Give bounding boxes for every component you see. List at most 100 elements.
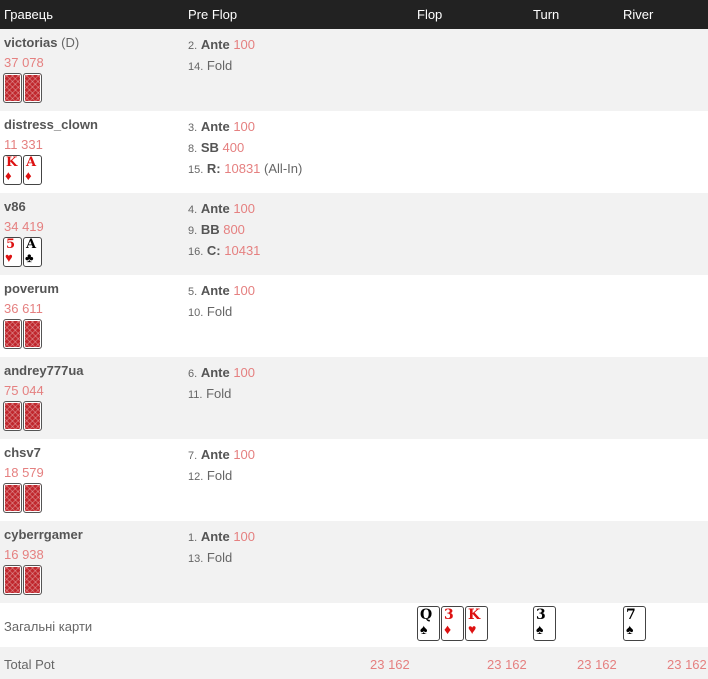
card-back xyxy=(23,565,42,595)
action-entry: 15. R: 10831 (All-In) xyxy=(188,159,302,180)
playing-card: 3 ♦ xyxy=(441,606,464,641)
player-name-text: cyberrgamer xyxy=(4,527,83,542)
playing-card: Q ♠ xyxy=(417,606,440,641)
pot-river: 23 162 xyxy=(667,657,707,672)
action-number: 9. xyxy=(188,225,198,237)
action-number: 2. xyxy=(188,40,198,52)
player-name: cyberrgamer xyxy=(4,527,83,542)
card-rank: 7 xyxy=(626,607,636,623)
action-entry: 4. Ante 100 xyxy=(188,199,260,220)
action-fold: Fold xyxy=(206,304,233,319)
player-name-text: poverum xyxy=(4,281,59,296)
card-suit-icon: ♣ xyxy=(25,250,34,265)
player-stack: 36 611 xyxy=(4,301,43,316)
action-number: 12. xyxy=(188,471,204,483)
action-amount: 100 xyxy=(233,119,256,134)
card-rank: 3 xyxy=(444,607,454,623)
action-amount: 100 xyxy=(233,283,256,298)
card-back xyxy=(23,401,42,431)
action-type: Ante xyxy=(200,447,230,462)
player-name-text: chsv7 xyxy=(4,445,41,460)
player-stack: 34 419 xyxy=(4,219,44,234)
action-entry: 5. Ante 100 xyxy=(188,281,255,302)
card-back xyxy=(3,73,22,103)
card-suit-icon: ♠ xyxy=(536,621,544,637)
community-cards-label: Загальні карти xyxy=(4,619,93,634)
card-rank: Q xyxy=(420,607,433,623)
action-type: C: xyxy=(206,243,221,258)
card-rank: 3 xyxy=(536,607,546,623)
player-row: distress_clown 11 331 K ♦ A ♦ 3. Ante 100 8. SB… xyxy=(0,111,708,193)
action-amount: 100 xyxy=(233,201,256,216)
card-back xyxy=(3,565,22,595)
player-name: poverum xyxy=(4,281,59,296)
total-pot-row: Total Pot 23 162 23 162 23 162 23 162 xyxy=(0,647,708,679)
action-type: R: xyxy=(206,161,221,176)
hand-history-table: Гравець Pre Flop Flop Turn River victori… xyxy=(0,0,708,679)
table-header: Гравець Pre Flop Flop Turn River xyxy=(0,0,708,29)
hole-cards: 5 ♥ A ♣ xyxy=(3,237,42,267)
playing-card: A ♣ xyxy=(23,237,42,267)
card-suit-icon: ♥ xyxy=(5,250,13,265)
community-cards-row: Загальні карти Q ♠ 3 ♦ K ♥ 3 ♠ 7 ♠ xyxy=(0,603,708,647)
action-amount: 100 xyxy=(233,447,256,462)
playing-card: A ♦ xyxy=(23,155,42,185)
action-amount: 100 xyxy=(233,529,256,544)
card-back xyxy=(3,483,22,513)
action-number: 3. xyxy=(188,122,198,134)
player-name-text: v86 xyxy=(4,199,26,214)
card-back xyxy=(3,401,22,431)
action-type: Ante xyxy=(200,119,230,134)
flop-cards: Q ♠ 3 ♦ K ♥ xyxy=(417,606,488,641)
action-amount: 10431 xyxy=(224,243,261,258)
card-suit-icon: ♦ xyxy=(25,168,32,183)
card-rank: K xyxy=(468,607,481,623)
card-suit-icon: ♠ xyxy=(626,621,634,637)
hole-cards xyxy=(3,401,42,431)
player-name-text: andrey777ua xyxy=(4,363,84,378)
player-name: v86 xyxy=(4,199,26,214)
action-fold: Fold xyxy=(206,550,233,565)
preflop-actions: 6. Ante 100 11. Fold xyxy=(188,363,255,405)
dealer-marker: (D) xyxy=(61,35,80,50)
action-type: Ante xyxy=(200,283,230,298)
action-number: 10. xyxy=(188,307,204,319)
preflop-actions: 7. Ante 100 12. Fold xyxy=(188,445,255,487)
action-entry: 16. C: 10431 xyxy=(188,241,260,262)
action-amount: 400 xyxy=(222,140,245,155)
action-number: 1. xyxy=(188,532,198,544)
pot-turn: 23 162 xyxy=(577,657,617,672)
header-flop: Flop xyxy=(417,7,443,22)
action-amount: 100 xyxy=(233,365,256,380)
player-stack: 18 579 xyxy=(4,465,44,480)
player-rows: victorias (D) 37 078 2. Ante 100 14. Fold di… xyxy=(0,29,708,603)
action-type: BB xyxy=(200,222,220,237)
action-amount: 800 xyxy=(223,222,245,237)
action-entry: 9. BB 800 xyxy=(188,220,260,241)
action-type: Ante xyxy=(200,201,230,216)
card-suit-icon: ♦ xyxy=(5,168,12,183)
action-number: 4. xyxy=(188,204,198,216)
player-row: cyberrgamer 16 938 1. Ante 100 13. Fold xyxy=(0,521,708,603)
hole-cards xyxy=(3,73,42,103)
action-entry: 12. Fold xyxy=(188,466,255,487)
card-back xyxy=(23,483,42,513)
preflop-actions: 1. Ante 100 13. Fold xyxy=(188,527,255,569)
player-row: andrey777ua 75 044 6. Ante 100 11. Fold xyxy=(0,357,708,439)
playing-card: 5 ♥ xyxy=(3,237,22,267)
action-amount: 100 xyxy=(233,37,256,52)
player-stack: 11 331 xyxy=(4,137,43,152)
action-entry: 14. Fold xyxy=(188,56,255,77)
header-player: Гравець xyxy=(4,7,53,22)
turn-cards: 3 ♠ xyxy=(533,606,556,641)
action-number: 11. xyxy=(188,389,203,401)
player-stack: 37 078 xyxy=(4,55,44,70)
pot-preflop: 23 162 xyxy=(370,657,410,672)
hole-cards xyxy=(3,483,42,513)
pot-flop: 23 162 xyxy=(487,657,527,672)
action-entry: 1. Ante 100 xyxy=(188,527,255,548)
action-number: 16. xyxy=(188,246,204,258)
player-row: chsv7 18 579 7. Ante 100 12. Fold xyxy=(0,439,708,521)
action-number: 13. xyxy=(188,553,204,565)
action-fold: Fold xyxy=(206,468,233,483)
